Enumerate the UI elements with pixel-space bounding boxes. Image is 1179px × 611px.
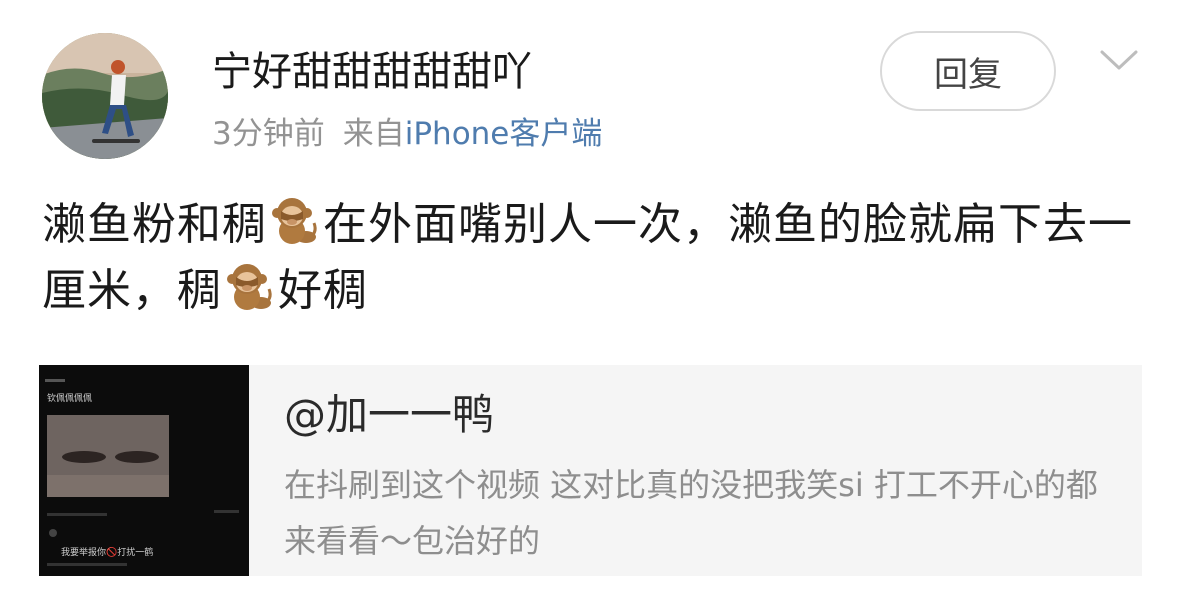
username[interactable]: 宁好甜甜甜甜甜吖 bbox=[212, 46, 532, 98]
reply-button[interactable]: 回复 bbox=[880, 31, 1056, 111]
avatar[interactable] bbox=[42, 33, 168, 159]
post-text-segment: 濑鱼粉和稠 bbox=[42, 199, 267, 250]
monkey-emoji bbox=[272, 198, 317, 244]
quoted-post-text: 在抖刷到这个视频 这对比真的没把我笑si 打工不开心的都来看看～包治好的 bbox=[284, 466, 1098, 560]
thumbnail-comment: 我要举报你🚫打扰一鹤 bbox=[61, 548, 154, 558]
quoted-post-author[interactable]: @加一一鸭 bbox=[284, 387, 494, 443]
post-time: 3分钟前 bbox=[212, 116, 325, 152]
quoted-post-card[interactable]: 钦佩佩佩佩 我要举报你🚫打扰一鹤 @加一一鸭 在抖刷到这个视频 这对比真的没把我… bbox=[39, 365, 1142, 576]
source-client-link[interactable]: iPhone客户端 bbox=[405, 116, 603, 152]
post-meta: 3分钟前 来自iPhone客户端 bbox=[212, 113, 602, 155]
thumbnail-caption: 钦佩佩佩佩 bbox=[47, 394, 93, 404]
post-content: 濑鱼粉和稠 在外面嘴别人一次，濑鱼的脸就扁下去一厘米，稠 好稠 bbox=[42, 192, 1142, 324]
quoted-post-thumbnail[interactable]: 钦佩佩佩佩 我要举报你🚫打扰一鹤 bbox=[39, 365, 249, 576]
weibo-post: 宁好甜甜甜甜甜吖 3分钟前 来自iPhone客户端 回复 濑鱼粉和稠 在外面嘴别人… bbox=[0, 0, 1179, 611]
source-prefix: 来自 bbox=[342, 116, 405, 152]
chevron-down-icon[interactable] bbox=[1099, 44, 1139, 74]
post-text-segment: 好稠 bbox=[278, 265, 368, 316]
monkey-emoji bbox=[227, 264, 272, 310]
